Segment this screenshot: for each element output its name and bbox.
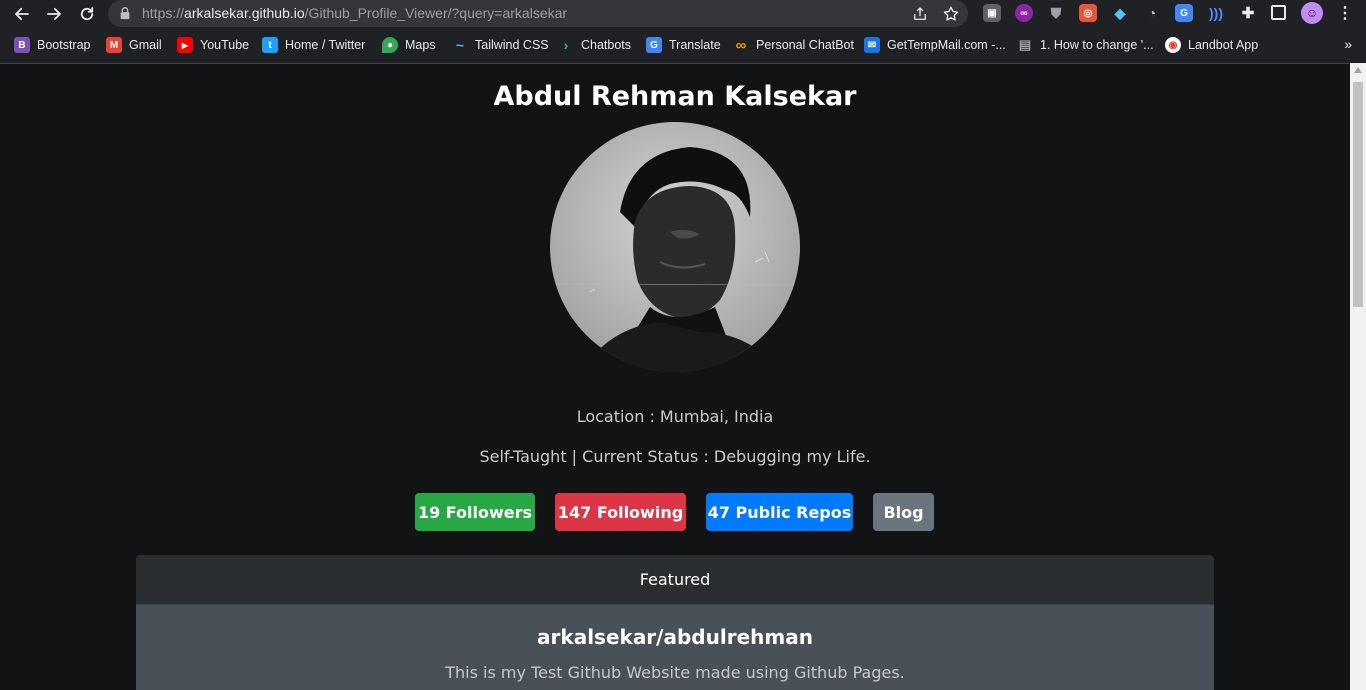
bookmark-label: GetTempMail.com -... (887, 38, 1006, 52)
profile-avatar-icon[interactable]: ☺ (1301, 2, 1323, 24)
tailwind-icon: ~ (455, 37, 465, 53)
bookmark-bootstrap[interactable]: B Bootstrap (14, 35, 91, 55)
url-scheme: https:// (142, 5, 185, 21)
bookmarks-overflow-button[interactable]: » (1344, 36, 1352, 52)
featured-repo-description: This is my Test Github Website made usin… (445, 663, 905, 682)
scrollbar-thumb[interactable] (1353, 82, 1363, 307)
bookmarks-bar: B Bootstrap M Gmail ▶ YouTube t Home / Twitt… (0, 33, 1366, 57)
bookmark-landbot[interactable]: ◉ Landbot App (1165, 35, 1258, 55)
blog-button[interactable]: Blog (873, 493, 934, 531)
bookmark-chatbots[interactable]: › Chatbots (558, 35, 631, 55)
bookmark-maps[interactable]: ● Maps (382, 35, 436, 55)
page-scrollbar[interactable] (1350, 63, 1366, 690)
extension-translate-icon[interactable]: G (1175, 4, 1193, 22)
bookmark-translate[interactable]: G Translate (646, 35, 721, 55)
star-icon[interactable] (942, 5, 960, 23)
bookmark-label: YouTube (200, 38, 250, 52)
bookmark-how-to-change[interactable]: ▤ 1. How to change '... (1017, 35, 1154, 55)
extension-diamond-icon[interactable]: ◆ (1111, 4, 1129, 22)
landbot-icon: ◉ (1165, 37, 1181, 53)
maps-icon: ● (382, 37, 398, 53)
extension-target-icon[interactable]: ◎ (1079, 4, 1097, 22)
bookmark-tailwind[interactable]: ~ Tailwind CSS (452, 35, 549, 55)
bookmark-label: Landbot App (1188, 38, 1259, 52)
profile-bio: Self-Taught | Current Status : Debugging… (479, 447, 871, 466)
reload-icon (80, 7, 94, 21)
url-text[interactable]: https://arkalsekar.github.io/Github_Prof… (142, 5, 567, 21)
featured-card-header: Featured (136, 555, 1214, 605)
reload-button[interactable] (75, 2, 99, 26)
bookmark-label: Tailwind CSS (475, 38, 549, 52)
extension-infinity-icon[interactable]: ∞ (1015, 4, 1033, 22)
profile-stats: 19 Followers 147 Following 47 Public Rep… (0, 493, 1350, 531)
extension-screen-icon[interactable]: ▣ (983, 4, 1001, 22)
profile-name: Abdul Rehman Kalsekar (493, 81, 857, 112)
bookmark-twitter[interactable]: t Home / Twitter (262, 35, 365, 55)
following-button[interactable]: 147 Following (555, 493, 686, 531)
followers-button[interactable]: 19 Followers (415, 493, 535, 531)
youtube-icon: ▶ (177, 37, 193, 53)
bootstrap-icon: B (14, 37, 30, 53)
translate-icon: G (646, 37, 662, 53)
share-icon[interactable] (911, 5, 929, 23)
bookmark-label: Home / Twitter (285, 38, 366, 52)
arrow-right-icon (47, 7, 61, 21)
extensions-puzzle-icon[interactable]: ✚ (1239, 4, 1257, 22)
document-icon: ▤ (1018, 37, 1032, 52)
extension-signal-icon[interactable]: ))) (1207, 4, 1225, 22)
kebab-menu-icon[interactable]: ⋮ (1336, 4, 1354, 22)
bookmark-label: Chatbots (581, 38, 632, 52)
side-panel-icon[interactable] (1271, 5, 1286, 20)
bookmark-gmail[interactable]: M Gmail (106, 35, 162, 55)
bookmark-gettempmail[interactable]: ✉ GetTempMail.com -... (864, 35, 1006, 55)
chatbots-icon: › (563, 37, 569, 53)
url-path: /Github_Profile_Viewer/?query=arkalsekar (304, 5, 568, 21)
extension-gauge-icon[interactable]: ◔ (1143, 4, 1161, 22)
address-bar[interactable]: https://arkalsekar.github.io/Github_Prof… (108, 0, 968, 27)
profile-avatar (550, 122, 800, 372)
profile-location: Location : Mumbai, India (576, 407, 774, 426)
bookmark-label: Maps (405, 38, 436, 52)
lock-icon (120, 7, 130, 20)
browser-chrome: https://arkalsekar.github.io/Github_Prof… (0, 0, 1366, 63)
public-repos-button[interactable]: 47 Public Repos (706, 493, 853, 531)
scroll-up-arrow-icon[interactable] (1354, 67, 1362, 73)
bookmark-label: Gmail (129, 38, 162, 52)
bookmark-youtube[interactable]: ▶ YouTube (177, 35, 249, 55)
arrow-left-icon (15, 7, 29, 21)
bookmark-label: Translate (669, 38, 721, 52)
avatar-photo (550, 122, 800, 372)
bookmark-label: Bootstrap (37, 38, 91, 52)
featured-repo-link[interactable]: arkalsekar/abdulrehman (136, 625, 1214, 649)
extension-shield-icon[interactable]: ⛊ (1047, 4, 1065, 22)
back-button[interactable] (10, 2, 34, 26)
url-host: arkalsekar.github.io (184, 5, 305, 21)
page-viewport: Abdul Rehman Kalsekar Location: Mumbai,… (0, 63, 1350, 690)
twitter-icon: t (262, 37, 278, 53)
mail-icon: ✉ (864, 37, 880, 53)
forward-button[interactable] (42, 2, 66, 26)
gmail-icon: M (106, 37, 122, 53)
bookmark-label: Personal ChatBot (756, 38, 854, 52)
infinity-icon: ∞ (735, 36, 747, 54)
bookmark-label: 1. How to change '... (1040, 38, 1154, 52)
featured-card: Featured arkalsekar/abdulrehman This is … (136, 555, 1214, 690)
browser-toolbar: https://arkalsekar.github.io/Github_Prof… (0, 0, 1366, 28)
bookmark-personal-chatbot[interactable]: ∞ Personal ChatBot (733, 35, 854, 55)
